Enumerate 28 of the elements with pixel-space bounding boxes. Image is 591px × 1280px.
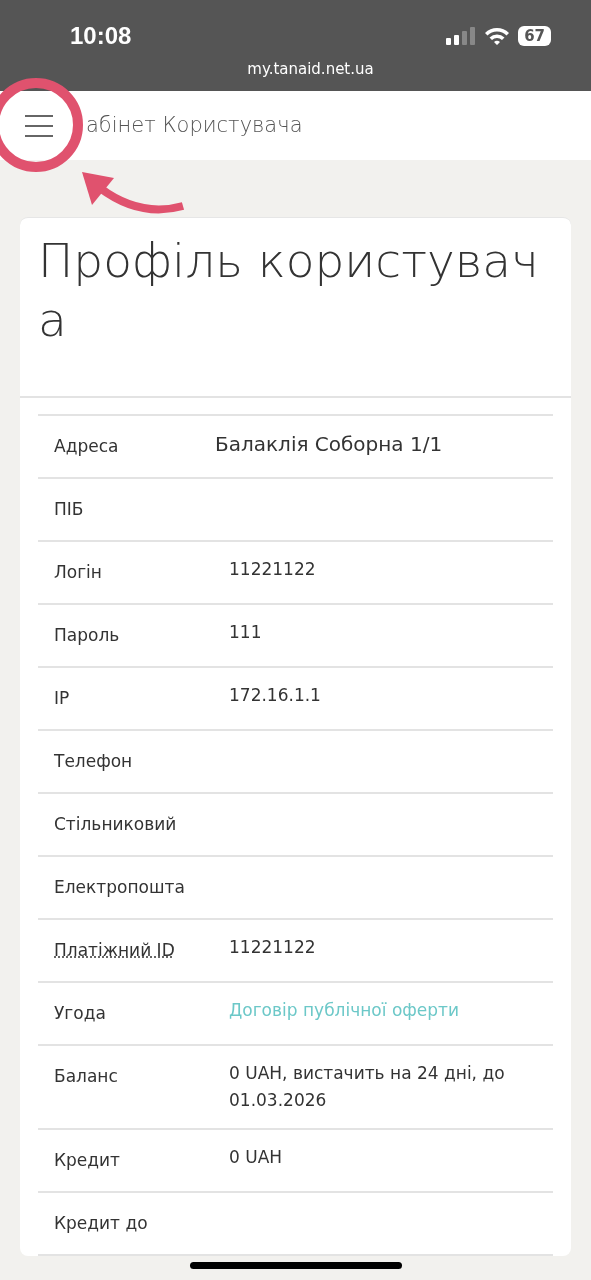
field-value: 0 UAH, вистачить на 24 дні, до 01.03.2026: [229, 1061, 506, 1112]
field-label: Кредит до: [54, 1211, 149, 1235]
field-label: Телефон: [54, 749, 134, 773]
field-label: ПІБ: [54, 497, 85, 521]
field-value: Балаклія Соборна 1/1: [215, 430, 443, 458]
field-label: Кредит: [54, 1148, 122, 1172]
field-label: Стільниковий: [54, 812, 178, 836]
header-title: абінет Користувача: [86, 111, 303, 139]
field-label: IP: [54, 686, 71, 710]
field-value: 11221122: [229, 935, 316, 959]
field-label: Пароль: [54, 623, 121, 647]
field-label: Логін: [54, 560, 103, 584]
menu-button[interactable]: [24, 113, 54, 138]
field-label: Електропошта: [54, 875, 186, 899]
offer-link[interactable]: Договір публічної оферти: [229, 996, 460, 1030]
field-value: 0 UAH: [229, 1145, 283, 1169]
field-label: Баланс: [54, 1064, 119, 1088]
url-text: my.tanaid.net.ua: [247, 60, 374, 78]
wifi-icon: [484, 26, 511, 46]
field-value: 111: [229, 620, 262, 644]
field-label: Платіжний ID: [54, 938, 176, 962]
profile-title: Профіль користувача: [20, 218, 571, 398]
signal-icon: [446, 27, 477, 45]
field-value: 11221122: [229, 557, 316, 581]
clock-time: 10:08: [70, 21, 132, 51]
battery-level: 67: [518, 26, 551, 46]
field-label: Угода: [54, 1001, 107, 1025]
field-value: 172.16.1.1: [229, 683, 321, 707]
